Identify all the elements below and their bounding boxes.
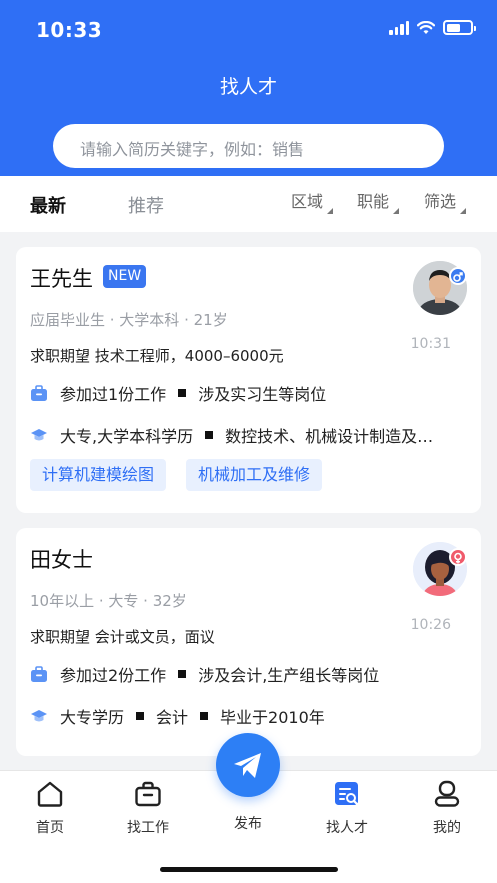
header: 10:33 找人才 请输入简历关键字，例如：销售 <box>0 0 497 176</box>
tab-home[interactable]: 首页 <box>10 771 90 837</box>
job-expectation: 求职期望 会计或文员，面议 <box>30 628 215 646</box>
tab-find-talent-label: 找人才 <box>326 820 368 836</box>
separator-square <box>205 431 214 439</box>
dropdown-triangle-icon <box>327 208 334 214</box>
search-placeholder: 请输入简历关键字，例如：销售 <box>80 140 305 159</box>
work-experience: 参加过2份工作 涉及会计,生产组长等岗位 <box>30 662 473 686</box>
candidate-meta: 10年以上 · 大专 · 32岁 <box>30 592 187 610</box>
wifi-icon <box>417 20 435 34</box>
tab-publish-label: 发布 <box>234 816 262 832</box>
find-job-icon <box>135 781 161 807</box>
major: 会计 <box>156 708 189 727</box>
page-title: 找人才 <box>219 76 277 98</box>
education: 大专,大学本科学历 数控技术、机械设计制造及… <box>30 423 473 447</box>
dropdown-triangle-icon <box>393 208 400 214</box>
filter-function[interactable]: 职能 <box>357 188 400 214</box>
tab-latest[interactable]: 最新 <box>30 192 66 218</box>
degree: 大专学历 <box>60 708 125 727</box>
profile-icon <box>434 780 460 807</box>
find-talent-icon <box>335 782 359 806</box>
work-scope: 涉及实习生等岗位 <box>198 385 327 404</box>
dropdown-triangle-icon <box>460 208 467 214</box>
filter-screen-label: 筛选 <box>424 192 457 211</box>
candidate-meta: 应届毕业生 · 大学本科 · 21岁 <box>30 311 228 329</box>
tab-find-job[interactable]: 找工作 <box>108 771 188 837</box>
send-icon <box>234 753 261 778</box>
skill-tag: 计算机建模绘图 <box>30 459 167 491</box>
work-count: 参加过1份工作 <box>60 385 167 404</box>
candidate-card[interactable]: 王先生 NEW 应届毕业生 · 大学本科 · 21岁 求职期望 技术工程师，40… <box>16 247 481 513</box>
male-icon <box>449 267 467 285</box>
home-indicator <box>160 867 338 872</box>
separator-square <box>178 670 187 678</box>
major: 数控技术、机械设计制造及… <box>225 427 434 446</box>
tab-find-talent[interactable]: 找人才 <box>307 771 387 837</box>
tab-find-job-label: 找工作 <box>127 820 169 836</box>
battery-icon <box>443 20 476 35</box>
degree: 大专,大学本科学历 <box>60 427 194 446</box>
graduation-cap-icon <box>31 710 47 722</box>
new-badge: NEW <box>103 265 147 288</box>
tab-home-label: 首页 <box>36 820 64 836</box>
filter-function-label: 职能 <box>357 192 390 211</box>
skill-tag: 机械加工及维修 <box>186 459 323 491</box>
briefcase-icon <box>31 385 47 401</box>
tab-mine[interactable]: 我的 <box>407 771 487 837</box>
filter-screen[interactable]: 筛选 <box>424 188 467 214</box>
separator-square <box>200 712 209 720</box>
filter-region[interactable]: 区域 <box>291 188 334 214</box>
candidate-name: 田女士 <box>30 548 93 572</box>
candidate-card[interactable]: 田女士 10年以上 · 大专 · 32岁 求职期望 会计或文员，面议 10:26… <box>16 528 481 756</box>
status-icons <box>389 20 476 35</box>
candidate-name: 王先生 <box>30 267 93 291</box>
filter-region-label: 区域 <box>291 192 324 211</box>
graduation-year: 毕业于2010年 <box>220 708 325 727</box>
work-experience: 参加过1份工作 涉及实习生等岗位 <box>30 381 473 405</box>
graduation-cap-icon <box>31 429 47 441</box>
signal-icon <box>389 20 409 35</box>
tab-recommend[interactable]: 推荐 <box>128 192 164 218</box>
update-time: 10:31 <box>410 336 451 352</box>
publish-button[interactable] <box>216 733 280 797</box>
work-scope: 涉及会计,生产组长等岗位 <box>198 666 380 685</box>
job-expectation: 求职期望 技术工程师，4000–6000元 <box>30 347 284 365</box>
separator-square <box>178 389 187 397</box>
briefcase-icon <box>31 666 47 682</box>
home-icon <box>37 781 63 807</box>
female-icon <box>449 548 467 566</box>
education: 大专学历 会计 毕业于2010年 <box>30 704 473 728</box>
separator-square <box>136 712 145 720</box>
search-input[interactable]: 请输入简历关键字，例如：销售 <box>53 124 444 168</box>
tab-mine-label: 我的 <box>433 820 461 836</box>
update-time: 10:26 <box>410 617 451 633</box>
work-count: 参加过2份工作 <box>60 666 167 685</box>
status-time: 10:33 <box>36 18 103 42</box>
filter-bar: 最新 推荐 区域 职能 筛选 <box>0 176 497 232</box>
